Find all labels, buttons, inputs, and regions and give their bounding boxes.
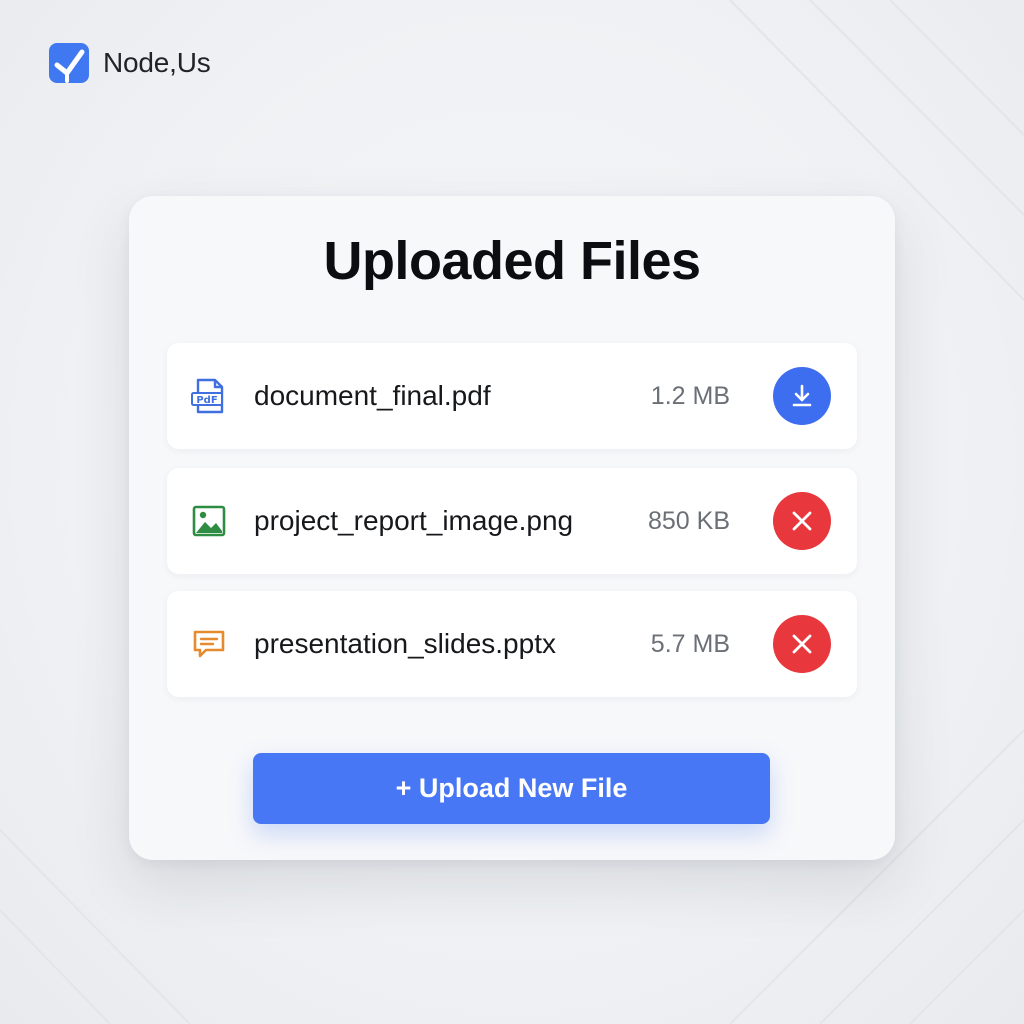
pdf-icon-text: PdF	[196, 395, 217, 406]
brand-header: Node,Us	[49, 43, 211, 83]
file-row: PdF document_final.pdf 1.2 MB	[167, 343, 857, 449]
file-size: 850 KB	[647, 507, 730, 535]
download-icon	[792, 384, 812, 407]
remove-button[interactable]	[773, 492, 831, 550]
brand-logo-icon	[49, 43, 89, 83]
remove-button[interactable]	[773, 615, 831, 673]
image-file-icon	[192, 505, 226, 537]
close-icon	[792, 511, 812, 531]
file-size: 1.2 MB	[650, 382, 730, 410]
brand-name: Node,Us	[103, 47, 211, 78]
download-button[interactable]	[773, 367, 831, 425]
close-icon	[792, 634, 812, 654]
card-title: Uploaded Files	[323, 231, 701, 291]
file-name: project_report_image.png	[254, 505, 574, 536]
pdf-file-icon: PdF	[191, 378, 224, 414]
file-name: presentation_slides.pptx	[254, 628, 556, 659]
upload-new-file-button[interactable]: + Upload New File	[253, 753, 770, 824]
file-row: project_report_image.png 850 KB	[167, 468, 857, 574]
file-name: document_final.pdf	[254, 380, 491, 411]
presentation-file-icon	[193, 630, 225, 658]
file-row: presentation_slides.pptx 5.7 MB	[167, 591, 857, 697]
uploaded-files-card: Uploaded Files PdF document_final.pdf 1.…	[129, 196, 895, 860]
file-size: 5.7 MB	[650, 630, 730, 658]
